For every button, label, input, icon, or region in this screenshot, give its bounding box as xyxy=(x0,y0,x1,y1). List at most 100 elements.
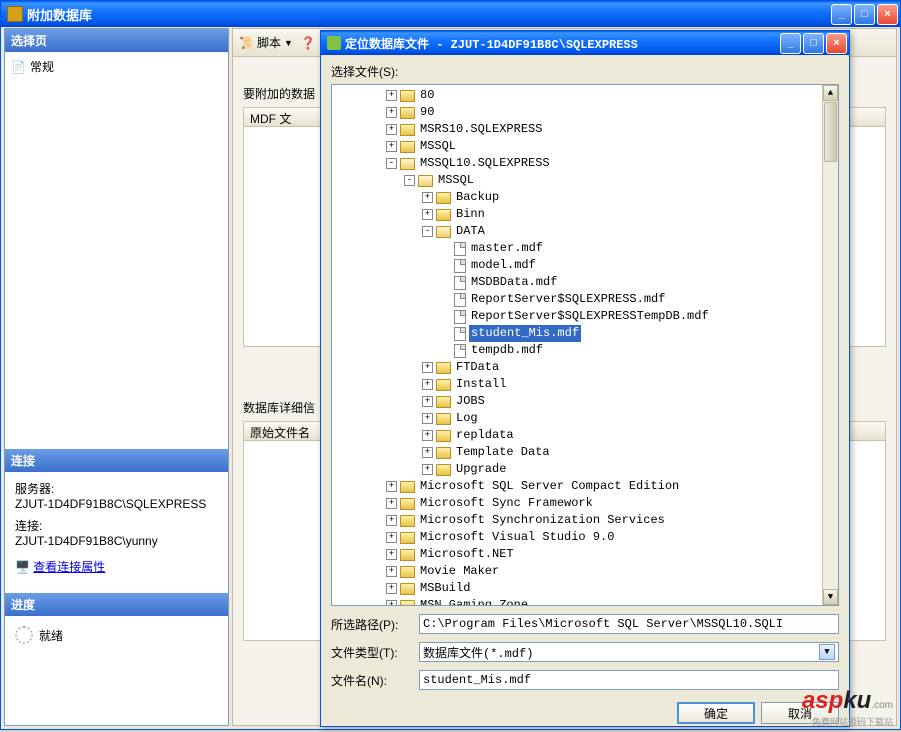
tree-node[interactable]: + MSN Gaming Zone xyxy=(332,597,838,606)
tree-label[interactable]: JOBS xyxy=(454,393,487,410)
expand-icon[interactable]: + xyxy=(422,430,433,441)
tree-node[interactable]: + Microsoft Visual Studio 9.0 xyxy=(332,529,838,546)
tree-label[interactable]: Microsoft Synchronization Services xyxy=(418,512,667,529)
tree-label[interactable]: Log xyxy=(454,410,480,427)
page-general[interactable]: 📄 常规 xyxy=(11,58,222,75)
tree-label[interactable]: MSN Gaming Zone xyxy=(418,597,530,606)
tree-label[interactable]: ReportServer$SQLEXPRESS.mdf xyxy=(469,291,667,308)
tree-node[interactable]: + Install xyxy=(332,376,838,393)
tree-label[interactable]: DATA xyxy=(454,223,487,240)
tree-label[interactable]: Microsoft SQL Server Compact Edition xyxy=(418,478,681,495)
tree-node[interactable]: + Microsoft SQL Server Compact Edition xyxy=(332,478,838,495)
expand-icon[interactable]: + xyxy=(386,90,397,101)
tree-node[interactable]: MSDBData.mdf xyxy=(332,274,838,291)
tree-node[interactable]: +90 xyxy=(332,104,838,121)
file-type-combo[interactable]: 数据库文件(*.mdf) ▼ xyxy=(419,642,839,662)
tree-node[interactable]: + Upgrade xyxy=(332,461,838,478)
tree-node[interactable]: student_Mis.mdf xyxy=(332,325,838,342)
tree-label[interactable]: 90 xyxy=(418,104,436,121)
tree-node[interactable]: master.mdf xyxy=(332,240,838,257)
tree-node[interactable]: +FTData xyxy=(332,359,838,376)
tree-label[interactable]: model.mdf xyxy=(469,257,538,274)
tree-label[interactable]: MSSQL10.SQLEXPRESS xyxy=(418,155,552,172)
tree-label[interactable]: Upgrade xyxy=(454,461,508,478)
tree-label[interactable]: Microsoft Sync Framework xyxy=(418,495,595,512)
modal-maximize-button[interactable]: □ xyxy=(803,33,824,54)
modal-titlebar[interactable]: 定位数据库文件 - ZJUT-1D4DF91B8C\SQLEXPRESS _ □… xyxy=(321,31,849,55)
collapse-icon[interactable]: - xyxy=(404,175,415,186)
expand-icon[interactable]: + xyxy=(386,583,397,594)
cancel-button[interactable]: 取消 xyxy=(761,702,839,724)
tree-label[interactable]: Backup xyxy=(454,189,501,206)
tree-node[interactable]: +80 xyxy=(332,87,838,104)
tree-label[interactable]: ReportServer$SQLEXPRESSTempDB.mdf xyxy=(469,308,711,325)
tree-node[interactable]: + Movie Maker xyxy=(332,563,838,580)
minimize-button[interactable]: _ xyxy=(831,4,852,25)
expand-icon[interactable]: + xyxy=(386,141,397,152)
tree-label[interactable]: tempdb.mdf xyxy=(469,342,545,359)
expand-icon[interactable]: + xyxy=(386,532,397,543)
tree-label[interactable]: Microsoft.NET xyxy=(418,546,516,563)
modal-minimize-button[interactable]: _ xyxy=(780,33,801,54)
modal-close-button[interactable]: × xyxy=(826,33,847,54)
tree-label[interactable]: repldata xyxy=(454,427,516,444)
tree-node[interactable]: +MSRS10.SQLEXPRESS xyxy=(332,121,838,138)
tree-node[interactable]: + Binn xyxy=(332,206,838,223)
help-button[interactable]: ❓ xyxy=(301,36,319,50)
tree-node[interactable]: + Template Data xyxy=(332,444,838,461)
expand-icon[interactable]: + xyxy=(386,498,397,509)
expand-icon[interactable]: + xyxy=(422,379,433,390)
tree-node[interactable]: -MSSQL10.SQLEXPRESS xyxy=(332,155,838,172)
tree-label[interactable]: MSSQL xyxy=(436,172,476,189)
tree-node[interactable]: + MSSQL xyxy=(332,138,838,155)
tree-label[interactable]: student_Mis.mdf xyxy=(469,325,581,342)
tree-label[interactable]: MSSQL xyxy=(418,138,458,155)
view-connection-props-link[interactable]: 查看连接属性 xyxy=(33,560,105,574)
main-titlebar[interactable]: 附加数据库 _ □ × xyxy=(1,1,900,27)
tree-label[interactable]: MSBuild xyxy=(418,580,472,597)
tree-label[interactable]: Binn xyxy=(454,206,487,223)
tree-node[interactable]: ReportServer$SQLEXPRESSTempDB.mdf xyxy=(332,308,838,325)
tree-label[interactable]: MSDBData.mdf xyxy=(469,274,559,291)
tree-label[interactable]: Movie Maker xyxy=(418,563,501,580)
expand-icon[interactable]: + xyxy=(422,447,433,458)
tree-label[interactable]: master.mdf xyxy=(469,240,545,257)
expand-icon[interactable]: + xyxy=(422,192,433,203)
file-tree[interactable]: +80+90+MSRS10.SQLEXPRESS+MSSQL-MSSQL10.S… xyxy=(331,84,839,606)
tree-node[interactable]: - MSSQL xyxy=(332,172,838,189)
expand-icon[interactable]: + xyxy=(422,396,433,407)
collapse-icon[interactable]: - xyxy=(422,226,433,237)
tree-scrollbar[interactable]: ▲ ▼ xyxy=(822,85,838,605)
ok-button[interactable]: 确定 xyxy=(677,702,755,724)
expand-icon[interactable]: + xyxy=(386,481,397,492)
maximize-button[interactable]: □ xyxy=(854,4,875,25)
expand-icon[interactable]: + xyxy=(386,124,397,135)
expand-icon[interactable]: + xyxy=(386,107,397,118)
tree-node[interactable]: + Microsoft Sync Framework xyxy=(332,495,838,512)
tree-node[interactable]: + JOBS xyxy=(332,393,838,410)
close-button[interactable]: × xyxy=(877,4,898,25)
combo-arrow-icon[interactable]: ▼ xyxy=(819,644,835,660)
expand-icon[interactable]: + xyxy=(422,362,433,373)
scroll-thumb[interactable] xyxy=(824,102,837,162)
tree-label[interactable]: Microsoft Visual Studio 9.0 xyxy=(418,529,616,546)
filename-input[interactable] xyxy=(419,670,839,690)
tree-node[interactable]: ReportServer$SQLEXPRESS.mdf xyxy=(332,291,838,308)
expand-icon[interactable]: + xyxy=(386,566,397,577)
tree-node[interactable]: +Log xyxy=(332,410,838,427)
script-button[interactable]: 📜 脚本 ▼ xyxy=(239,34,293,51)
tree-node[interactable]: + MSBuild xyxy=(332,580,838,597)
tree-label[interactable]: 80 xyxy=(418,87,436,104)
tree-node[interactable]: tempdb.mdf xyxy=(332,342,838,359)
tree-label[interactable]: Install xyxy=(454,376,508,393)
expand-icon[interactable]: + xyxy=(386,515,397,526)
tree-node[interactable]: - DATA xyxy=(332,223,838,240)
expand-icon[interactable]: + xyxy=(386,549,397,560)
tree-node[interactable]: + Microsoft.NET xyxy=(332,546,838,563)
tree-node[interactable]: + repldata xyxy=(332,427,838,444)
tree-label[interactable]: Template Data xyxy=(454,444,552,461)
expand-icon[interactable]: + xyxy=(422,209,433,220)
expand-icon[interactable]: + xyxy=(422,464,433,475)
expand-icon[interactable]: + xyxy=(386,600,397,606)
tree-node[interactable]: + Microsoft Synchronization Services xyxy=(332,512,838,529)
